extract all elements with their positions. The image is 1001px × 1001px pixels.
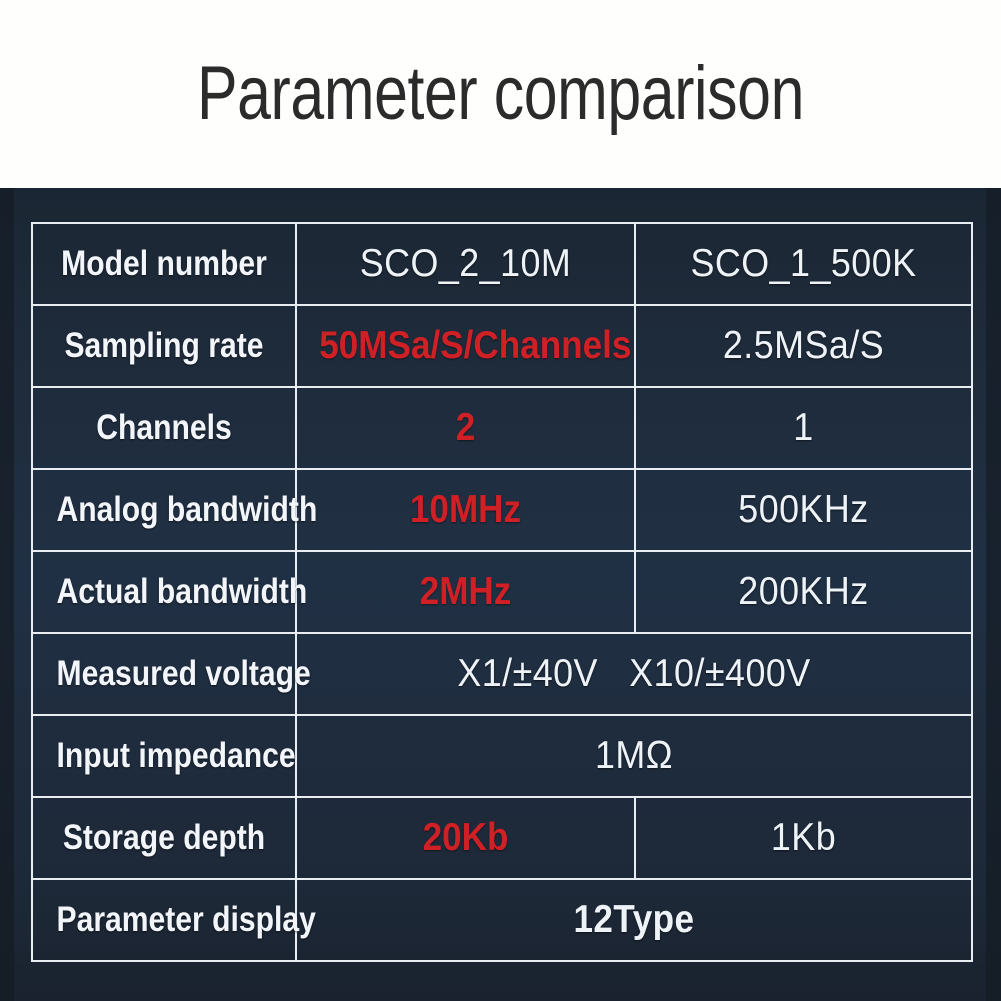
row-value-primary: 20Kb (422, 816, 509, 859)
row-label: Channels (96, 408, 232, 447)
row-value-merged: 12Type (573, 898, 695, 941)
table-row: Actual bandwidth 2MHz 200KHz (31, 550, 973, 634)
row-label: Sampling rate (64, 326, 264, 365)
row-value-primary: SCO_2_10M (359, 242, 572, 285)
row-value2-cell: SCO_1_500K (634, 222, 973, 306)
table-row: Parameter display 12Type (31, 878, 973, 962)
row-value2-cell: 1Kb (634, 796, 973, 880)
row-label: Parameter display (56, 900, 316, 939)
row-value1-cell: 2MHz (295, 550, 636, 634)
row-label: Model number (61, 244, 267, 283)
row-label-cell: Input impedance (31, 714, 297, 798)
table-row: Input impedance 1MΩ (31, 714, 973, 798)
row-label-cell: Measured voltage (31, 632, 311, 716)
row-value-merged-cell: X1/±40V X10/±400V (295, 632, 973, 716)
row-label: Storage depth (62, 818, 266, 857)
row-value1-cell: SCO_2_10M (295, 222, 636, 306)
row-value1-cell: 10MHz (295, 468, 636, 552)
row-value-secondary: 2.5MSa/S (722, 324, 885, 367)
row-value2-cell: 2.5MSa/S (634, 304, 973, 388)
title-band: Parameter comparison (0, 0, 1001, 188)
row-value-secondary: 200KHz (738, 570, 869, 613)
page-title: Parameter comparison (196, 51, 804, 136)
row-label-cell: Sampling rate (31, 304, 297, 388)
panel-edge-left (0, 188, 14, 1001)
row-label-cell: Channels (31, 386, 297, 470)
row-value-merged: 1MΩ (594, 734, 674, 777)
row-value2-cell: 200KHz (634, 550, 973, 634)
row-value-primary: X1/±40V (457, 652, 598, 695)
row-value-secondary: 1Kb (770, 816, 837, 859)
table-row: Sampling rate 50MSa/S/Channels 2.5MSa/S (31, 304, 973, 388)
row-value1-cell: 2 (295, 386, 636, 470)
row-value-secondary: 1 (793, 406, 814, 449)
row-label: Analog bandwidth (56, 490, 318, 529)
row-value-primary: 2 (455, 406, 476, 449)
table-row: Channels 2 1 (31, 386, 973, 470)
row-value2-cell: 1 (634, 386, 973, 470)
row-value-merged-cell: 12Type (295, 878, 973, 962)
row-label-cell: Parameter display (31, 878, 316, 962)
table-row: Analog bandwidth 10MHz 500KHz (31, 468, 973, 552)
panel-edge-right (986, 188, 1001, 1001)
row-value-primary: 10MHz (409, 488, 522, 531)
page-root: Parameter comparison Model number SCO_2_… (0, 0, 1001, 1001)
table-row: Model number SCO_2_10M SCO_1_500K (31, 222, 973, 306)
specification-table: Model number SCO_2_10M SCO_1_500K Sampli… (31, 222, 973, 962)
row-value-merged-cell: 1MΩ (295, 714, 973, 798)
row-value1-cell: 20Kb (295, 796, 636, 880)
row-value-merged: X1/±40V X10/±400V (329, 652, 938, 696)
row-value-primary: 2MHz (419, 570, 512, 613)
row-value-secondary: SCO_1_500K (690, 242, 917, 285)
row-value-secondary: X10/±400V (629, 652, 811, 695)
row-label-cell: Model number (31, 222, 297, 306)
row-label: Actual bandwidth (56, 572, 308, 611)
row-value1-cell: 50MSa/S/Channels (295, 304, 636, 388)
table-row: Storage depth 20Kb 1Kb (31, 796, 973, 880)
row-label: Input impedance (56, 736, 296, 775)
row-label-cell: Storage depth (31, 796, 297, 880)
table-row: Measured voltage X1/±40V X10/±400V (31, 632, 973, 716)
row-label-cell: Analog bandwidth (31, 468, 318, 552)
row-value-primary: 50MSa/S/Channels (319, 324, 632, 367)
row-label: Measured voltage (56, 654, 311, 693)
row-label-cell: Actual bandwidth (31, 550, 308, 634)
row-value-secondary: 500KHz (738, 488, 869, 531)
row-value2-cell: 500KHz (634, 468, 973, 552)
